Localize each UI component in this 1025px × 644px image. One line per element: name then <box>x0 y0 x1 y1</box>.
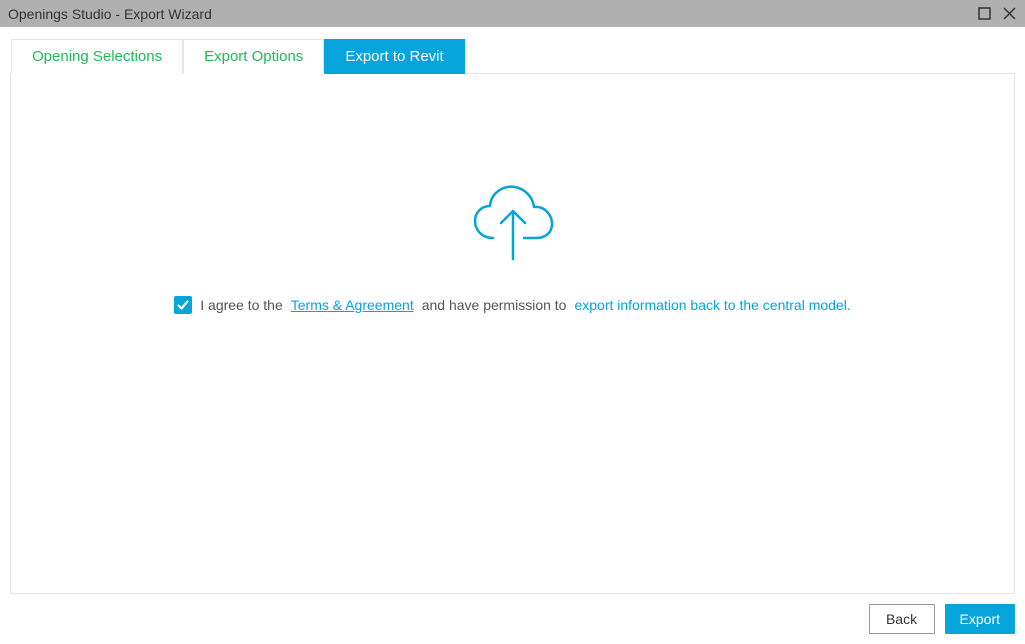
tab-opening-selections[interactable]: Opening Selections <box>11 39 183 74</box>
terms-agreement-link[interactable]: Terms & Agreement <box>291 297 414 313</box>
close-button[interactable] <box>1002 6 1017 21</box>
agree-prefix: I agree to the <box>200 297 283 313</box>
titlebar: Openings Studio - Export Wizard <box>0 0 1025 27</box>
main-panel: Opening Selections Export Options Export… <box>10 73 1015 594</box>
footer: Back Export <box>10 594 1015 634</box>
agreement-row: I agree to the Terms & Agreement and hav… <box>174 296 850 314</box>
back-button[interactable]: Back <box>869 604 935 634</box>
export-button[interactable]: Export <box>945 604 1015 634</box>
maximize-button[interactable] <box>977 6 992 21</box>
tab-export-to-revit[interactable]: Export to Revit <box>324 39 464 74</box>
agree-middle: and have permission to <box>422 297 567 313</box>
agree-checkbox[interactable] <box>174 296 192 314</box>
tab-export-options[interactable]: Export Options <box>183 39 324 74</box>
export-permission-link[interactable]: export information back to the central m… <box>574 297 850 313</box>
maximize-icon <box>978 7 991 20</box>
checkmark-icon <box>176 298 190 312</box>
tabs: Opening Selections Export Options Export… <box>11 39 1014 73</box>
close-icon <box>1003 7 1016 20</box>
content-area: I agree to the Terms & Agreement and hav… <box>11 73 1014 593</box>
window-body: Opening Selections Export Options Export… <box>0 27 1025 644</box>
window-title: Openings Studio - Export Wizard <box>8 6 212 22</box>
cloud-upload-icon <box>463 173 563 276</box>
window-controls <box>977 6 1017 21</box>
